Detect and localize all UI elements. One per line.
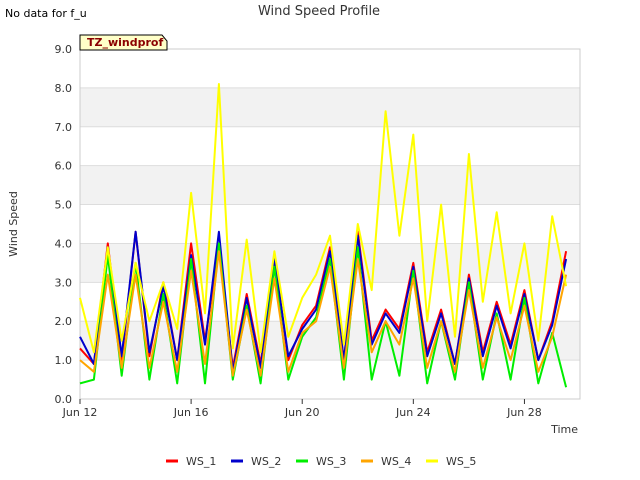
- site-label: TZ_windprof: [87, 36, 163, 49]
- y-tick-label: 7.0: [55, 121, 73, 134]
- x-axis: Jun 12 Jun 16 Jun 20 Jun 24 Jun 28: [62, 399, 542, 419]
- x-tick-label: Jun 20: [284, 406, 320, 419]
- y-tick-label: 0.0: [55, 393, 73, 406]
- plot-band: [80, 87, 580, 127]
- x-tick-label: Jun 24: [395, 406, 431, 419]
- y-tick-label: 1.0: [55, 354, 73, 367]
- x-tick-label: Jun 28: [506, 406, 542, 419]
- y-tick-label: 8.0: [55, 82, 73, 95]
- legend-label: WS_4: [381, 455, 411, 468]
- site-label-box: TZ_windprof: [79, 34, 168, 51]
- wind-speed-chart: Wind Speed Profile 0.0 1.0 2.0 3.0 4.0 5.0 6.0…: [7, 4, 581, 468]
- y-tick-label: 6.0: [55, 160, 73, 173]
- legend-label: WS_2: [251, 455, 281, 468]
- no-data-note: No data for f_u: [5, 7, 87, 20]
- legend-label: WS_3: [316, 455, 346, 468]
- legend-label: WS_1: [186, 455, 216, 468]
- y-tick-label: 5.0: [55, 199, 73, 212]
- y-tick-label: 2.0: [55, 315, 73, 328]
- legend: WS_1 WS_2 WS_3 WS_4 WS_5: [166, 455, 476, 468]
- x-tick-label: Jun 16: [173, 406, 209, 419]
- x-tick-label: Jun 12: [62, 406, 98, 419]
- y-tick-label: 4.0: [55, 237, 73, 250]
- x-axis-label: Time: [550, 423, 578, 436]
- y-axis-label: Wind Speed: [7, 191, 20, 257]
- chart-title: Wind Speed Profile: [258, 4, 380, 19]
- y-tick-label: 9.0: [55, 43, 73, 56]
- plot-band: [80, 165, 580, 205]
- y-tick-label: 3.0: [55, 276, 73, 289]
- y-axis: 0.0 1.0 2.0 3.0 4.0 5.0 6.0 7.0 8.0 9.0: [55, 43, 73, 406]
- plot-bands: [80, 87, 580, 361]
- legend-label: WS_5: [446, 455, 476, 468]
